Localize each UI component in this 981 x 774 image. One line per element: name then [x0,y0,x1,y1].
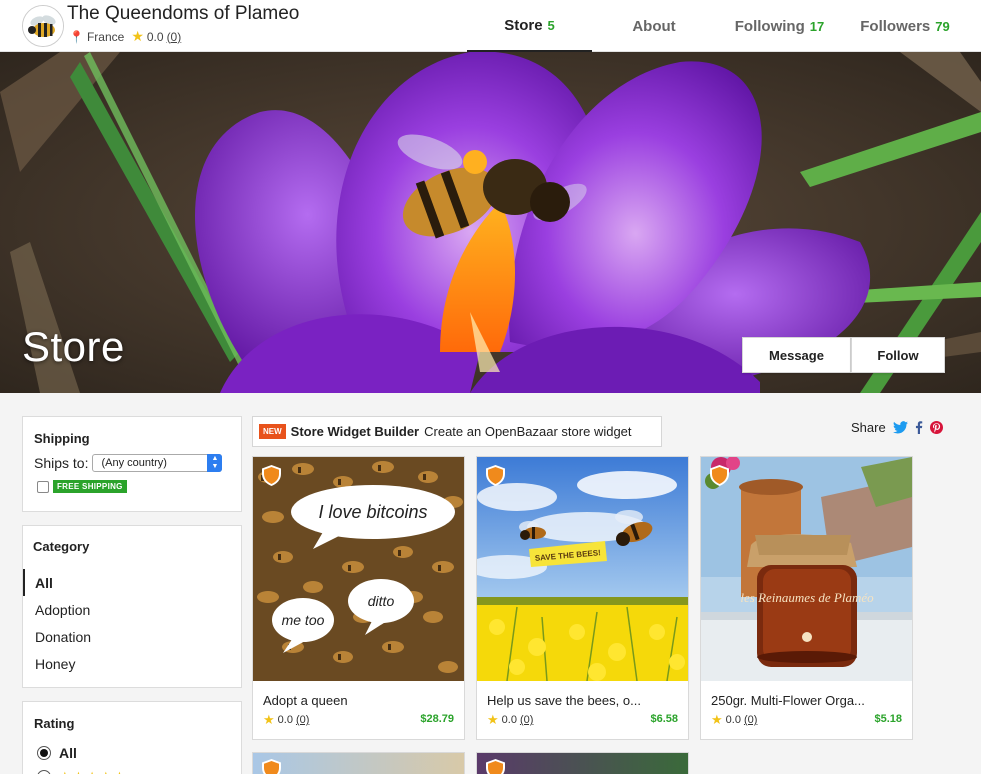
share-label: Share [851,420,886,435]
store-meta: 📍 France ★ 0.0 (0) [69,28,181,45]
new-badge: NEW [259,424,286,439]
product-card[interactable]: les Reinaumes de Plaméo 250gr. Multi-Flo… [700,456,913,740]
product-price: $28.79 [420,713,454,725]
store-location: France [86,29,125,44]
star-icon: ★ [487,712,499,727]
store-widget-builder-link[interactable]: NEW Store Widget Builder Create an OpenB… [252,416,662,447]
verified-shield-icon [262,465,281,486]
product-image[interactable]: I love bitcoins ditto me too [253,457,464,681]
bubble-ditto: ditto [368,593,395,609]
product-rating-value: 0.0 [277,714,293,726]
free-shipping-row: FREE SHIPPING [37,480,127,493]
product-price: $5.18 [874,713,902,725]
product-card[interactable]: I love bitcoins ditto me too Adopt a que… [252,456,465,740]
pinterest-icon[interactable] [929,421,943,434]
follow-button[interactable]: Follow [851,337,945,373]
facebook-icon[interactable] [915,421,923,434]
tab-followers-label: Followers [860,17,931,35]
select-arrows-icon: ▲ ▼ [207,454,223,472]
bubble-i-love-bitcoins: I love bitcoins [318,502,427,522]
store-banner: Store Message Follow [0,52,981,393]
product-rating: ★ 0.0 (0) [263,712,309,728]
product-rating-count[interactable]: (0) [520,714,533,726]
tab-about-label: About [632,17,676,35]
widget-description: Create an OpenBazaar store widget [424,424,632,439]
category-item-all[interactable]: All [23,569,241,596]
share-bar: Share [851,420,943,435]
location-pin-icon: 📍 [69,29,84,44]
rating-5-radio[interactable] [37,770,51,774]
product-card[interactable]: SAVE THE BEES! Help us save the bees, o.… [476,456,689,740]
star-icon: ★ [711,712,723,727]
free-shipping-checkbox[interactable] [37,480,49,493]
store-avatar[interactable] [22,5,64,47]
store-header: The Queendoms of Plameo 📍 France ★ 0.0 (… [0,0,981,52]
product-rating-count[interactable]: (0) [296,714,309,726]
product-name[interactable]: 250gr. Multi-Flower Orga... [711,693,906,708]
verified-shield-icon [262,759,281,774]
product-name[interactable]: Help us save the bees, o... [487,693,682,708]
hero-title: Store [22,323,125,370]
tab-store[interactable]: Store 5 [467,0,592,52]
product-rating-value: 0.0 [501,714,517,726]
category-item-adoption[interactable]: Adoption [23,596,241,623]
product-card-partial[interactable] [476,752,689,774]
shipping-title: Shipping [34,431,90,446]
five-stars-icon: ★★★★★ [59,769,127,774]
verified-shield-icon [486,759,505,774]
star-icon: ★ [263,712,275,727]
rating-title: Rating [34,716,75,731]
verified-shield-icon [486,465,505,486]
message-button[interactable]: Message [742,337,851,373]
product-rating: ★ 0.0 (0) [711,712,757,728]
category-item-donation[interactable]: Donation [23,623,241,650]
product-rating-value: 0.0 [725,714,741,726]
twitter-icon[interactable] [892,421,908,434]
rating-all-label: All [59,745,77,761]
tab-followers[interactable]: Followers 79 [850,0,960,52]
ships-to-value: (Any country) [101,457,167,469]
tab-followers-count: 79 [935,18,950,34]
store-rating-count[interactable]: (0) [167,30,182,44]
bee-logo-icon [23,6,63,46]
free-shipping-badge: FREE SHIPPING [53,480,127,493]
verified-shield-icon [710,465,729,486]
product-name[interactable]: Adopt a queen [263,693,458,708]
category-title: Category [33,539,90,554]
product-image[interactable]: les Reinaumes de Plaméo [701,457,912,681]
ships-to-label: Ships to: [34,455,89,471]
shipping-filter-panel: Shipping Ships to: (Any country) ▲ ▼ FREE… [22,416,242,512]
rating-filter-panel: Rating All ★★★★★ [22,701,242,774]
tab-following-label: Following [734,17,805,35]
rating-option-5-stars[interactable]: ★★★★★ [37,769,127,774]
product-rating-count[interactable]: (0) [744,714,757,726]
tab-store-count: 5 [547,17,555,33]
widget-title: Store Widget Builder [290,424,420,439]
save-the-bees-field-image: SAVE THE BEES! [477,457,688,681]
category-filter-panel: Category All Adoption Donation Honey [22,525,242,688]
category-item-honey[interactable]: Honey [23,650,241,677]
bees-with-speech-bubbles-image: I love bitcoins ditto me too [253,457,464,681]
product-image[interactable]: SAVE THE BEES! [477,457,688,681]
tab-store-label: Store [504,16,543,34]
ships-to-row: Ships to: (Any country) ▲ ▼ [34,454,223,472]
rating-all-radio[interactable] [37,746,51,760]
bubble-me-too: me too [282,612,325,628]
product-card-partial[interactable] [252,752,465,774]
ships-to-select[interactable]: (Any country) ▲ ▼ [92,454,223,472]
star-icon: ★ [131,28,144,44]
jar-label-text: les Reinaumes de Plaméo [740,590,874,605]
store-rating: 0.0 [146,29,164,44]
tab-following-count: 17 [809,18,825,34]
product-price: $6.58 [650,713,678,725]
honey-jar-image: les Reinaumes de Plaméo [701,457,912,681]
product-rating: ★ 0.0 (0) [487,712,533,728]
tab-about[interactable]: About [604,0,704,52]
tab-following[interactable]: Following 17 [722,0,837,52]
store-name: The Queendoms of Plameo [67,3,300,24]
rating-option-all[interactable]: All [37,745,77,761]
